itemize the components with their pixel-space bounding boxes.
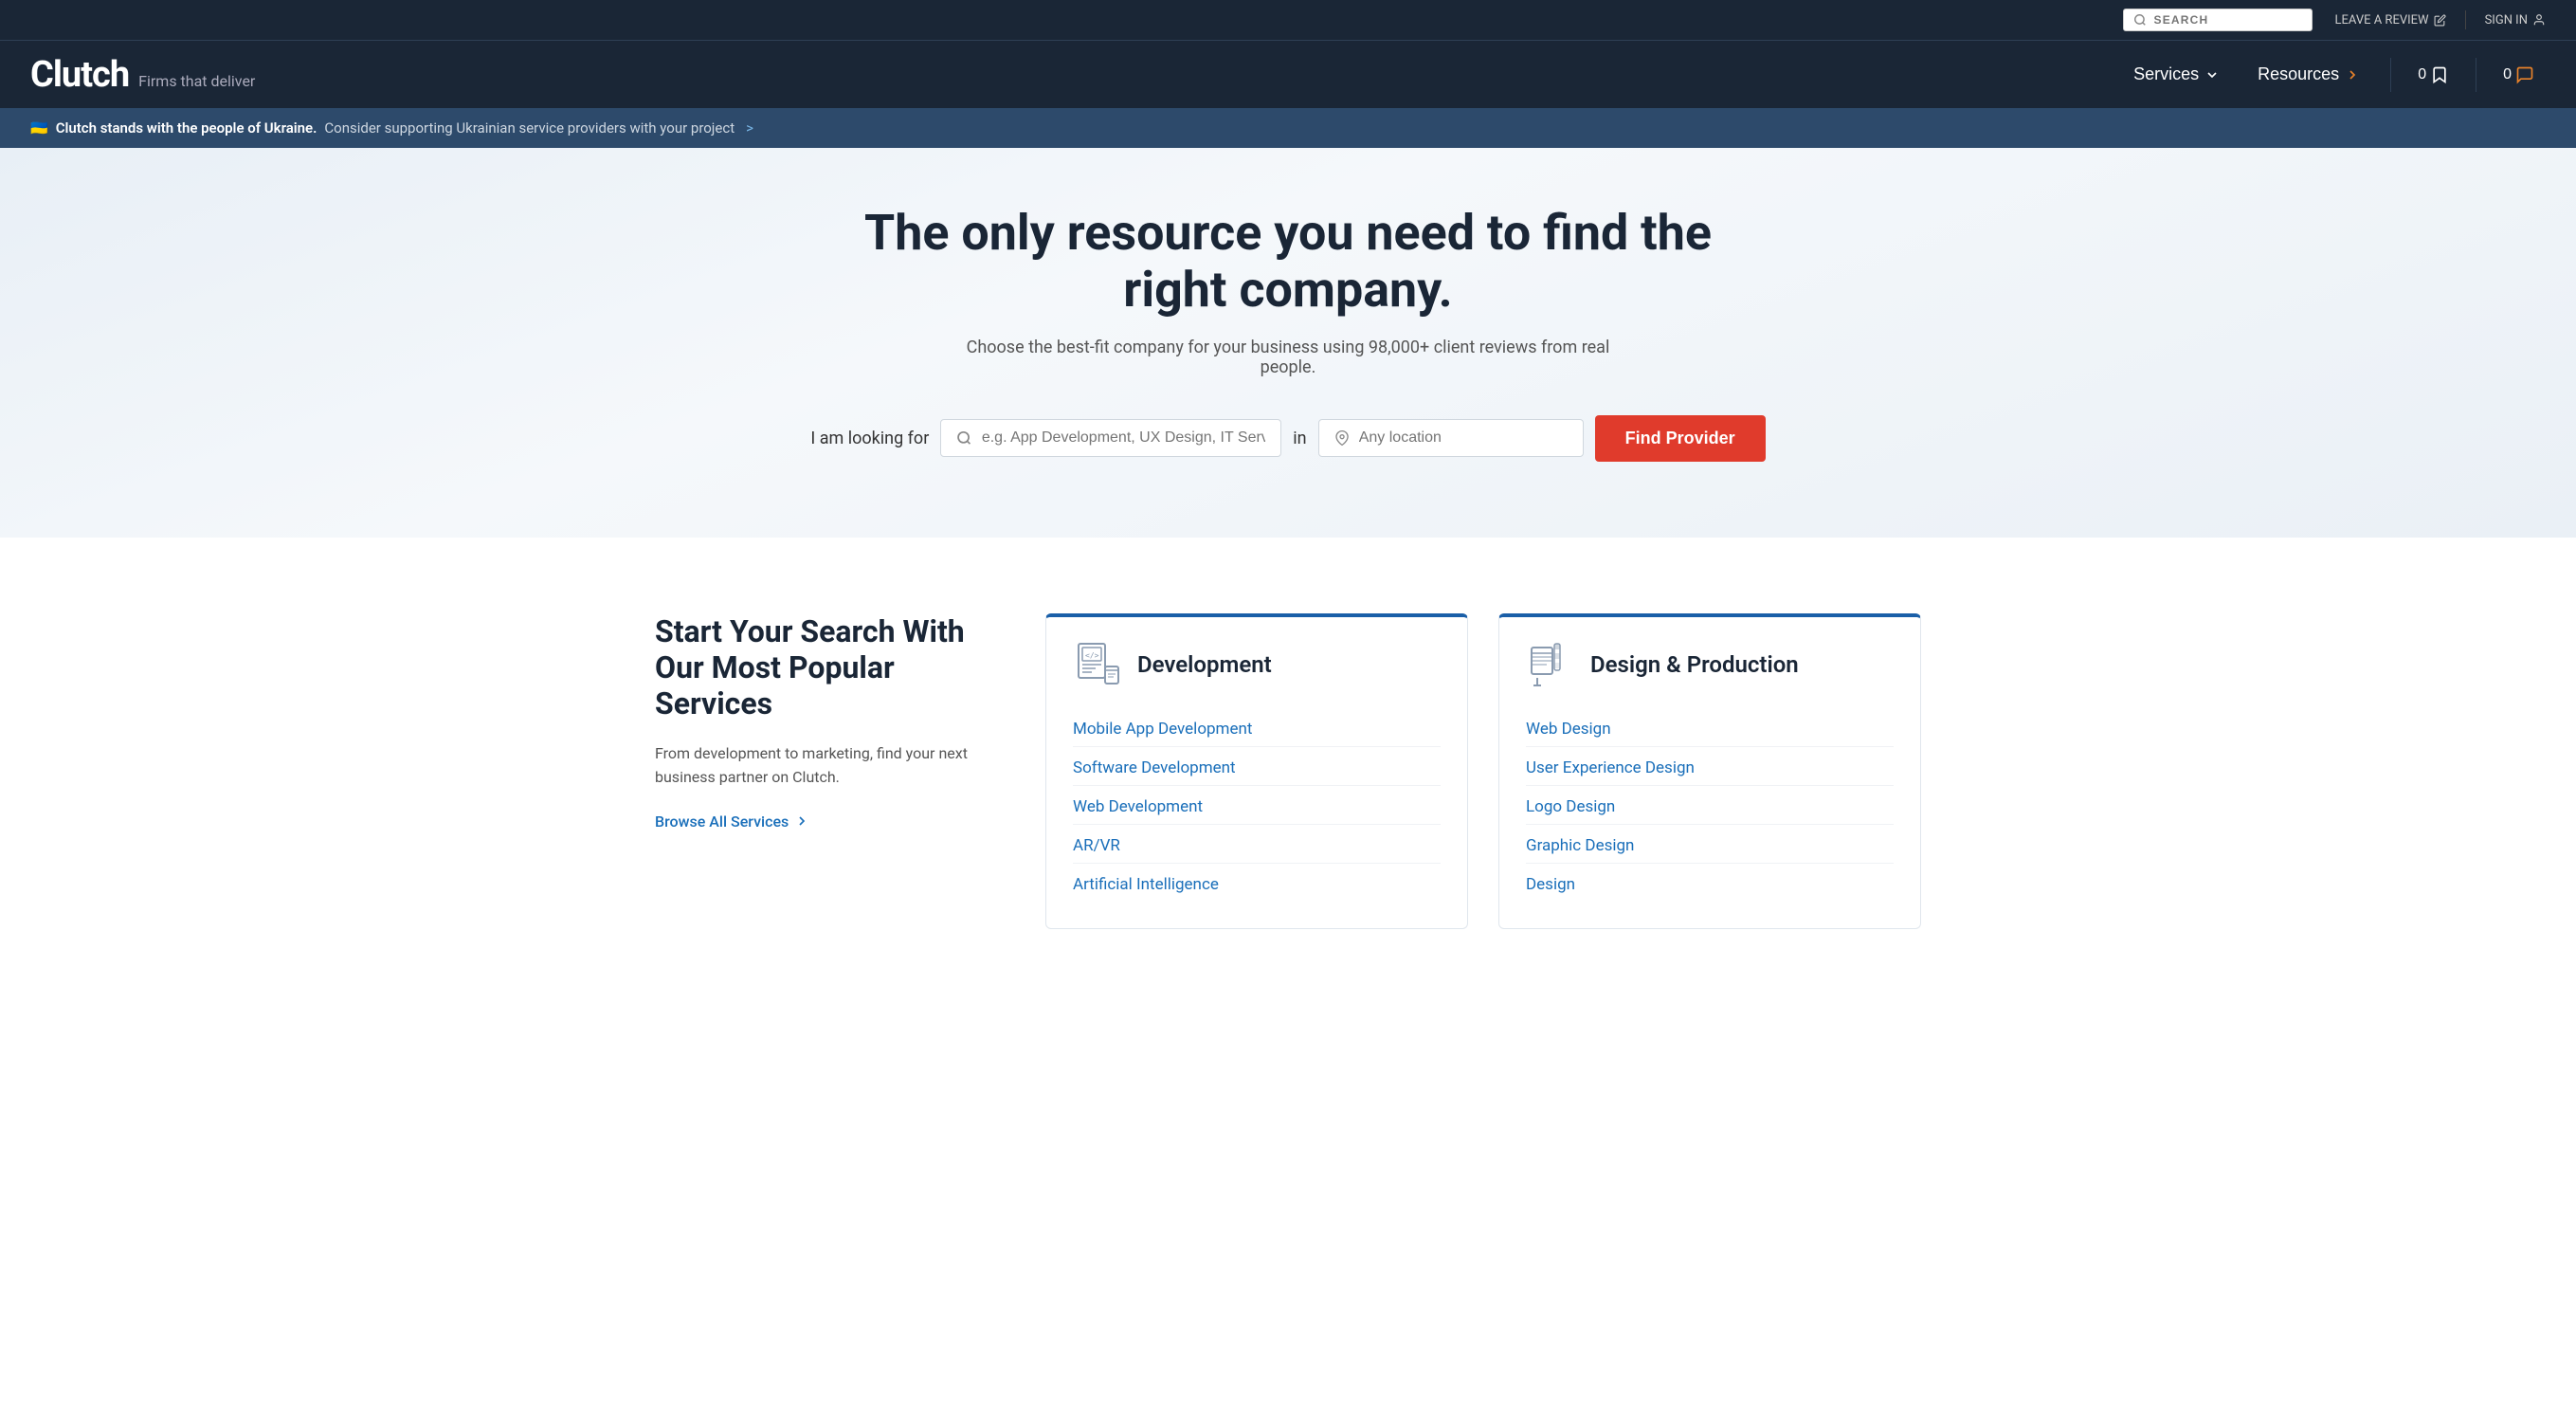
web-design-link[interactable]: Web Design	[1526, 712, 1894, 747]
logo-tagline: Firms that deliver	[138, 72, 255, 90]
top-bar: LEAVE A REVIEW SIGN IN	[0, 0, 2576, 40]
location-pin-icon	[1334, 429, 1350, 447]
hero-title: The only resource you need to find the r…	[862, 205, 1714, 319]
search-icon	[2133, 13, 2147, 27]
development-card: </> Development Mobile App Development S…	[1045, 613, 1468, 929]
service-search-icon	[956, 429, 972, 447]
main-nav: Clutch Firms that deliver Services Resou…	[0, 40, 2576, 108]
graphic-design-link[interactable]: Graphic Design	[1526, 829, 1894, 864]
ukraine-link-arrow[interactable]: >	[746, 119, 753, 137]
arvr-link[interactable]: AR/VR	[1073, 829, 1441, 864]
location-input[interactable]	[1359, 429, 1568, 447]
ukraine-banner: 🇺🇦 Clutch stands with the people of Ukra…	[0, 108, 2576, 148]
design-card-links: Web Design User Experience Design Logo D…	[1499, 704, 1920, 928]
top-bar-actions: LEAVE A REVIEW SIGN IN	[2335, 10, 2546, 29]
sign-in-link[interactable]: SIGN IN	[2485, 13, 2546, 27]
mobile-app-dev-link[interactable]: Mobile App Development	[1073, 712, 1441, 747]
nav-divider-1	[2390, 58, 2391, 92]
development-card-links: Mobile App Development Software Developm…	[1046, 704, 1467, 928]
location-search-container	[1318, 419, 1584, 457]
services-intro-title: Start Your Search With Our Most Popular …	[655, 613, 1015, 722]
services-nav-button[interactable]: Services	[2118, 57, 2235, 92]
logo-area: Clutch Firms that deliver	[30, 54, 2118, 96]
svg-text:</>: </>	[1085, 651, 1099, 660]
design-card-title: Design & Production	[1590, 651, 1799, 678]
design-link[interactable]: Design	[1526, 867, 1894, 902]
bookmark-icon	[2430, 65, 2449, 84]
message-icon	[2515, 65, 2534, 84]
service-search-container	[940, 419, 1281, 457]
services-intro: Start Your Search With Our Most Popular …	[655, 613, 1015, 929]
top-search-container[interactable]	[2123, 9, 2313, 31]
hero-section: The only resource you need to find the r…	[0, 148, 2576, 538]
ux-design-link[interactable]: User Experience Design	[1526, 751, 1894, 786]
messages-button[interactable]: 0	[2492, 58, 2546, 92]
design-card: Design & Production Web Design User Expe…	[1498, 613, 1921, 929]
development-icon: </>	[1073, 640, 1122, 689]
services-section: Start Your Search With Our Most Popular …	[625, 557, 1951, 986]
logo-design-link[interactable]: Logo Design	[1526, 790, 1894, 825]
service-search-input[interactable]	[982, 429, 1265, 447]
software-dev-link[interactable]: Software Development	[1073, 751, 1441, 786]
chevron-down-icon	[2204, 67, 2220, 82]
development-card-header: </> Development	[1046, 617, 1467, 704]
search-bar: I am looking for in Find Provider	[30, 415, 2546, 462]
find-provider-button[interactable]: Find Provider	[1595, 415, 1766, 462]
services-intro-description: From development to marketing, find your…	[655, 741, 1015, 790]
logo: Clutch	[30, 54, 129, 96]
in-label: in	[1293, 429, 1306, 448]
leave-review-link[interactable]: LEAVE A REVIEW	[2335, 13, 2446, 27]
ai-link[interactable]: Artificial Intelligence	[1073, 867, 1441, 902]
bookmarks-button[interactable]: 0	[2406, 58, 2460, 92]
resources-nav-button[interactable]: Resources	[2242, 57, 2375, 92]
design-icon	[1526, 640, 1575, 689]
divider	[2465, 10, 2466, 29]
edit-icon	[2434, 14, 2446, 27]
chevron-right-small-icon	[794, 813, 809, 829]
top-search-input[interactable]	[2154, 13, 2287, 27]
hero-subtitle: Choose the best-fit company for your bus…	[956, 338, 1620, 377]
search-label: I am looking for	[810, 429, 929, 448]
user-icon	[2532, 13, 2546, 27]
ukraine-normal-text: Consider supporting Ukrainian service pr…	[324, 119, 735, 137]
design-card-header: Design & Production	[1499, 617, 1920, 704]
web-dev-link[interactable]: Web Development	[1073, 790, 1441, 825]
browse-all-services-link[interactable]: Browse All Services	[655, 812, 1015, 831]
ukraine-bold-text: Clutch stands with the people of Ukraine…	[56, 119, 317, 137]
chevron-right-icon	[2345, 67, 2360, 82]
development-card-title: Development	[1137, 651, 1272, 678]
nav-items: Services Resources 0 0	[2118, 57, 2546, 92]
ukraine-flag: 🇺🇦	[30, 119, 48, 137]
